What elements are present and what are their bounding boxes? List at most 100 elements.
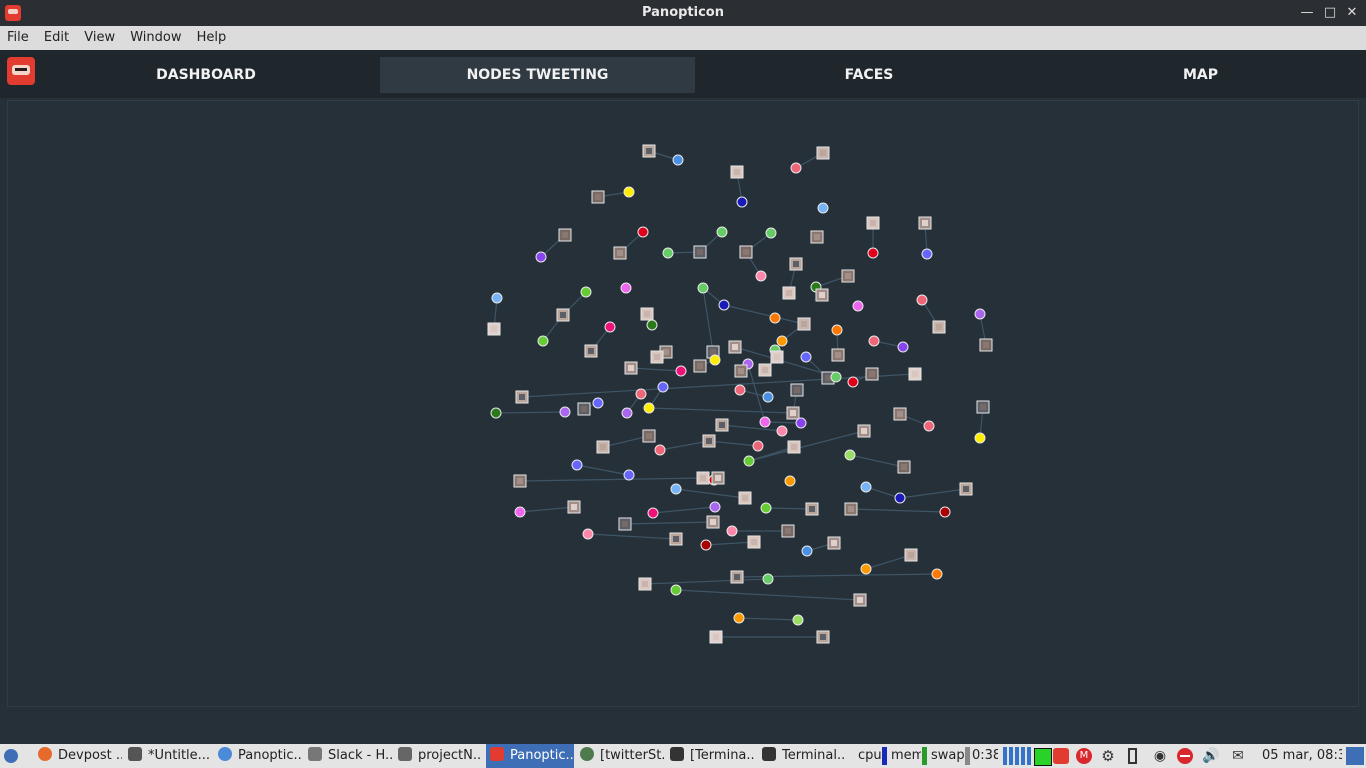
node-avatar[interactable] xyxy=(789,257,803,271)
node-circle[interactable] xyxy=(604,321,616,333)
node-circle[interactable] xyxy=(921,248,933,260)
node-circle[interactable] xyxy=(800,351,812,363)
node-circle[interactable] xyxy=(675,365,687,377)
node-circle[interactable] xyxy=(670,584,682,596)
node-circle[interactable] xyxy=(923,420,935,432)
node-circle[interactable] xyxy=(743,455,755,467)
node-circle[interactable] xyxy=(670,483,682,495)
node-circle[interactable] xyxy=(718,299,730,311)
taskbar-item-panopticon-app[interactable]: Panoptic... xyxy=(486,744,574,768)
node-circle[interactable] xyxy=(635,388,647,400)
node-circle[interactable] xyxy=(637,226,649,238)
taskbar-item-terminal-1[interactable]: [Termina... xyxy=(670,744,754,768)
node-avatar[interactable] xyxy=(918,216,932,230)
node-circle[interactable] xyxy=(592,397,604,409)
node-circle[interactable] xyxy=(974,432,986,444)
panopticon-tray-icon[interactable] xyxy=(1053,748,1069,764)
node-avatar[interactable] xyxy=(577,402,591,416)
node-avatar[interactable] xyxy=(976,400,990,414)
node-circle[interactable] xyxy=(860,481,872,493)
node-avatar[interactable] xyxy=(816,146,830,160)
node-circle[interactable] xyxy=(643,402,655,414)
node-avatar[interactable] xyxy=(816,630,830,644)
node-circle[interactable] xyxy=(535,251,547,263)
node-avatar[interactable] xyxy=(728,340,742,354)
node-avatar[interactable] xyxy=(487,322,501,336)
node-circle[interactable] xyxy=(571,459,583,471)
node-circle[interactable] xyxy=(860,563,872,575)
node-avatar[interactable] xyxy=(897,460,911,474)
node-circle[interactable] xyxy=(654,444,666,456)
node-avatar[interactable] xyxy=(640,307,654,321)
node-circle[interactable] xyxy=(784,475,796,487)
node-avatar[interactable] xyxy=(558,228,572,242)
mega-icon[interactable]: M xyxy=(1076,748,1092,764)
node-avatar[interactable] xyxy=(709,630,723,644)
node-avatar[interactable] xyxy=(841,269,855,283)
node-avatar[interactable] xyxy=(787,440,801,454)
node-circle[interactable] xyxy=(700,539,712,551)
node-avatar[interactable] xyxy=(734,364,748,378)
node-circle[interactable] xyxy=(559,406,571,418)
node-avatar[interactable] xyxy=(642,429,656,443)
node-circle[interactable] xyxy=(867,247,879,259)
node-avatar[interactable] xyxy=(866,216,880,230)
node-circle[interactable] xyxy=(765,227,777,239)
node-avatar[interactable] xyxy=(831,348,845,362)
taskbar-item-slack[interactable]: Slack - H... xyxy=(308,744,392,768)
node-circle[interactable] xyxy=(792,614,804,626)
node-circle[interactable] xyxy=(894,492,906,504)
node-circle[interactable] xyxy=(491,292,503,304)
node-circle[interactable] xyxy=(657,381,669,393)
node-circle[interactable] xyxy=(817,202,829,214)
node-avatar[interactable] xyxy=(584,344,598,358)
node-avatar[interactable] xyxy=(805,502,819,516)
node-avatar[interactable] xyxy=(770,350,784,364)
node-circle[interactable] xyxy=(801,545,813,557)
node-circle[interactable] xyxy=(672,154,684,166)
node-avatar[interactable] xyxy=(596,440,610,454)
node-avatar[interactable] xyxy=(747,535,761,549)
node-avatar[interactable] xyxy=(591,190,605,204)
start-menu-icon[interactable] xyxy=(4,744,26,768)
node-avatar[interactable] xyxy=(786,406,800,420)
node-circle[interactable] xyxy=(662,247,674,259)
node-avatar[interactable] xyxy=(711,471,725,485)
node-avatar[interactable] xyxy=(730,165,744,179)
node-circle[interactable] xyxy=(762,391,774,403)
node-circle[interactable] xyxy=(769,312,781,324)
node-circle[interactable] xyxy=(776,425,788,437)
node-circle[interactable] xyxy=(762,573,774,585)
node-avatar[interactable] xyxy=(932,320,946,334)
taskbar-item-devpost[interactable]: Devpost ... xyxy=(38,744,122,768)
node-circle[interactable] xyxy=(514,506,526,518)
node-avatar[interactable] xyxy=(556,308,570,322)
node-avatar[interactable] xyxy=(810,230,824,244)
node-circle[interactable] xyxy=(537,335,549,347)
node-circle[interactable] xyxy=(776,335,788,347)
node-circle[interactable] xyxy=(736,196,748,208)
node-circle[interactable] xyxy=(490,407,502,419)
node-avatar[interactable] xyxy=(513,474,527,488)
node-circle[interactable] xyxy=(939,506,951,518)
node-avatar[interactable] xyxy=(790,383,804,397)
node-circle[interactable] xyxy=(831,324,843,336)
clock[interactable]: 05 mar, 08:31 xyxy=(1262,744,1342,768)
node-circle[interactable] xyxy=(974,308,986,320)
node-avatar[interactable] xyxy=(959,482,973,496)
settings-gear-icon[interactable]: ⚙ xyxy=(1100,748,1116,764)
node-avatar[interactable] xyxy=(815,288,829,302)
node-circle[interactable] xyxy=(709,354,721,366)
node-circle[interactable] xyxy=(716,226,728,238)
node-avatar[interactable] xyxy=(979,338,993,352)
node-avatar[interactable] xyxy=(730,570,744,584)
nodes-graph[interactable] xyxy=(0,0,1366,768)
node-circle[interactable] xyxy=(795,417,807,429)
node-avatar[interactable] xyxy=(696,471,710,485)
volume-icon[interactable]: 🔊 xyxy=(1202,748,1219,764)
node-circle[interactable] xyxy=(759,416,771,428)
node-circle[interactable] xyxy=(623,469,635,481)
node-circle[interactable] xyxy=(697,282,709,294)
node-avatar[interactable] xyxy=(702,434,716,448)
taskbar-item-twitter-stream[interactable]: [twitterSt... xyxy=(580,744,664,768)
